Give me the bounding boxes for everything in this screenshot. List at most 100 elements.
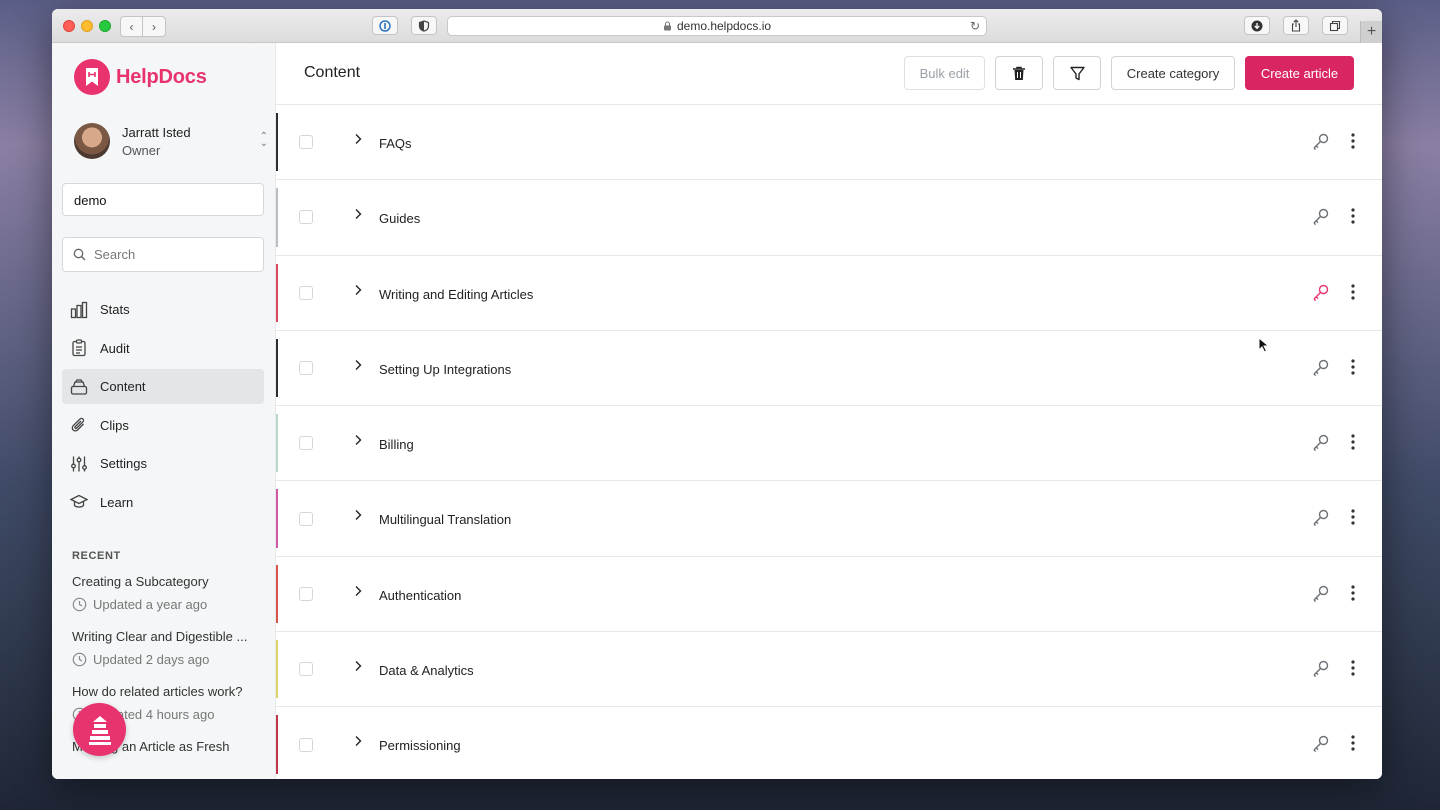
category-name[interactable]: FAQs: [379, 136, 412, 151]
recent-item[interactable]: Creating a Subcategory Updated a year ag…: [72, 574, 262, 612]
user-switcher[interactable]: Jarratt Isted Owner ⌃ ⌄: [74, 123, 268, 159]
recent-heading: RECENT: [72, 550, 121, 562]
sidebar-search[interactable]: [62, 237, 264, 272]
key-icon[interactable]: [1312, 433, 1330, 452]
nav-item-label: Learn: [100, 494, 134, 510]
nav-item-stats[interactable]: Stats: [62, 292, 264, 327]
helpdocs-logo-text: HelpDocs: [116, 65, 207, 88]
key-icon[interactable]: [1312, 207, 1330, 226]
chevron-right-icon[interactable]: [353, 359, 363, 371]
chevron-right-icon[interactable]: [353, 660, 363, 672]
category-name[interactable]: Authentication: [379, 588, 461, 603]
delete-button[interactable]: [995, 56, 1043, 90]
key-icon[interactable]: [1312, 508, 1330, 527]
category-row[interactable]: Data & Analytics: [276, 632, 1382, 708]
helpdocs-logo-icon: [74, 59, 110, 95]
category-row[interactable]: Guides: [276, 180, 1382, 256]
back-button[interactable]: ‹: [121, 17, 143, 36]
nav-item-settings[interactable]: Settings: [62, 446, 264, 481]
filter-button[interactable]: [1053, 56, 1101, 90]
category-row[interactable]: Multilingual Translation: [276, 481, 1382, 557]
minimize-window-button[interactable]: [81, 20, 93, 32]
category-row[interactable]: Permissioning: [276, 707, 1382, 779]
share-button[interactable]: [1283, 16, 1309, 35]
row-checkbox[interactable]: [299, 361, 313, 376]
downloads-button[interactable]: [1244, 16, 1270, 35]
privacy-shield-icon[interactable]: [411, 16, 437, 35]
bulk-edit-button[interactable]: Bulk edit: [904, 56, 985, 90]
forward-button[interactable]: ›: [143, 17, 165, 36]
chevron-right-icon[interactable]: [353, 133, 363, 145]
more-vertical-icon[interactable]: [1350, 734, 1356, 752]
row-checkbox[interactable]: [299, 586, 313, 601]
more-vertical-icon[interactable]: [1350, 584, 1356, 602]
nav-item-content[interactable]: Content: [62, 369, 264, 404]
category-name[interactable]: Writing and Editing Articles: [379, 287, 533, 302]
share-icon: [1291, 19, 1301, 32]
category-row[interactable]: Authentication: [276, 557, 1382, 633]
recent-item[interactable]: Writing Clear and Digestible ... Updated…: [72, 629, 262, 667]
chevron-right-icon[interactable]: [353, 735, 363, 747]
row-checkbox[interactable]: [299, 210, 313, 225]
create-article-button[interactable]: Create article: [1245, 56, 1354, 90]
category-row[interactable]: Billing: [276, 406, 1382, 482]
category-row[interactable]: FAQs: [276, 105, 1382, 181]
more-vertical-icon[interactable]: [1350, 508, 1356, 526]
row-checkbox[interactable]: [299, 662, 313, 677]
key-icon[interactable]: [1312, 132, 1330, 150]
history-buttons: ‹ ›: [120, 16, 166, 37]
category-name[interactable]: Setting Up Integrations: [379, 362, 511, 377]
category-name[interactable]: Data & Analytics: [379, 663, 474, 678]
helpdocs-logo[interactable]: HelpDocs: [74, 59, 207, 95]
search-input[interactable]: [94, 247, 244, 262]
nav-item-label: Audit: [100, 340, 130, 356]
category-row[interactable]: Setting Up Integrations: [276, 331, 1382, 407]
more-vertical-icon[interactable]: [1350, 283, 1356, 301]
more-vertical-icon[interactable]: [1350, 207, 1356, 225]
paperclip-icon: [71, 417, 85, 432]
new-tab-button[interactable]: +: [1360, 21, 1382, 43]
nav-item-learn[interactable]: Learn: [62, 485, 264, 520]
key-icon[interactable]: [1312, 584, 1330, 602]
row-checkbox[interactable]: [299, 737, 313, 752]
chevron-right-icon[interactable]: [353, 585, 363, 597]
key-icon[interactable]: [1312, 358, 1330, 376]
recent-item-updated: Updated a year ago: [93, 597, 208, 612]
chevron-right-icon[interactable]: [353, 284, 363, 296]
category-color-bar: [276, 263, 278, 322]
chevron-right-icon[interactable]: [353, 208, 363, 220]
more-vertical-icon[interactable]: [1350, 358, 1356, 376]
chevron-right-icon[interactable]: [353, 509, 363, 521]
close-window-button[interactable]: [63, 20, 75, 32]
row-checkbox[interactable]: [299, 135, 313, 150]
nav-item-label: Stats: [100, 302, 130, 317]
more-vertical-icon[interactable]: [1350, 433, 1356, 451]
help-beacon-button[interactable]: [73, 703, 126, 756]
category-name[interactable]: Guides: [379, 211, 420, 226]
tabs-overview-button[interactable]: [1322, 16, 1348, 35]
workspace-selector[interactable]: demo: [62, 183, 264, 216]
row-checkbox[interactable]: [299, 285, 313, 300]
category-name[interactable]: Permissioning: [379, 738, 461, 753]
address-bar[interactable]: demo.helpdocs.io ↻: [447, 16, 987, 36]
clipboard-icon: [72, 339, 86, 357]
row-checkbox[interactable]: [299, 511, 313, 526]
zoom-window-button[interactable]: [99, 20, 111, 32]
more-vertical-icon[interactable]: [1350, 659, 1356, 677]
reload-icon[interactable]: ↻: [970, 19, 980, 33]
chevron-right-icon[interactable]: [353, 434, 363, 446]
category-row[interactable]: Writing and Editing Articles: [276, 256, 1382, 331]
key-icon[interactable]: [1312, 734, 1330, 753]
content-panel: Content Bulk edit Create category Create…: [276, 43, 1382, 779]
category-name[interactable]: Billing: [379, 437, 414, 452]
create-category-button[interactable]: Create category: [1111, 56, 1235, 90]
category-name[interactable]: Multilingual Translation: [379, 512, 511, 527]
more-vertical-icon[interactable]: [1350, 132, 1356, 150]
recent-item-time: Updated 2 days ago: [72, 652, 262, 667]
nav-item-audit[interactable]: Audit: [62, 331, 264, 366]
password-manager-extension-icon[interactable]: [372, 16, 398, 35]
nav-item-clips[interactable]: Clips: [62, 408, 264, 443]
key-icon[interactable]: [1312, 659, 1330, 678]
row-checkbox[interactable]: [299, 436, 313, 451]
key-icon[interactable]: [1312, 283, 1330, 301]
